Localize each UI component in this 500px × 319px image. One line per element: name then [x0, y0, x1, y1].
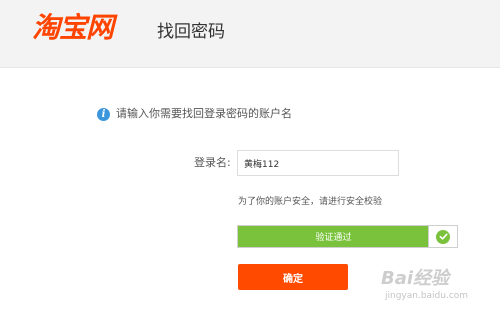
check-icon — [436, 229, 450, 244]
slider-verification[interactable]: 验证通过 — [237, 225, 458, 248]
notice: i 请输入你需要找回登录密码的账户名 — [97, 106, 292, 122]
login-label: 登录名: — [194, 156, 231, 169]
confirm-button[interactable]: 确定 — [238, 264, 348, 290]
info-icon: i — [97, 107, 110, 121]
watermark-logo: Bai经验 — [381, 268, 450, 289]
verification-status-text: 验证通过 — [315, 233, 352, 243]
baidu-jingyan-watermark: Bai经验 jingyan.baidu.com — [381, 268, 493, 308]
slider-handle[interactable] — [428, 226, 457, 247]
taobao-logo[interactable]: 淘宝网 — [32, 10, 114, 46]
header: 淘宝网 找回密码 — [0, 0, 500, 68]
login-name-input[interactable] — [237, 150, 399, 176]
page-title: 找回密码 — [157, 22, 225, 42]
find-password-page: 淘宝网 找回密码 i 请输入你需要找回登录密码的账户名 登录名: 为了你的账户安… — [0, 0, 500, 319]
security-hint: 为了你的账户安全，请进行安全校验 — [238, 197, 383, 207]
watermark-url: jingyan.baidu.com — [385, 291, 469, 301]
notice-text: 请输入你需要找回登录密码的账户名 — [116, 107, 292, 120]
verification-progress: 验证通过 — [238, 226, 429, 247]
